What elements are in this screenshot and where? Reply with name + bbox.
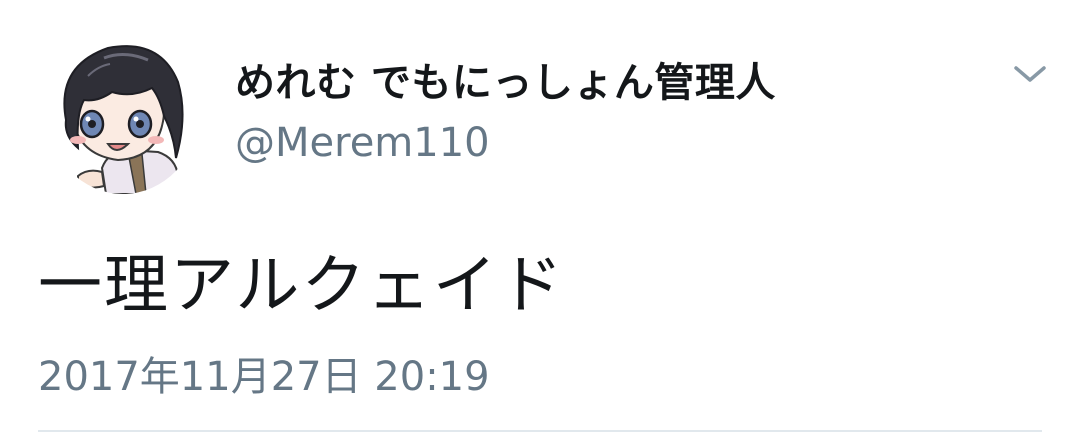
chevron-down-icon[interactable] <box>1010 58 1050 90</box>
display-name[interactable]: めれむ でもにっしょん管理人 <box>235 50 776 108</box>
user-handle[interactable]: @Merem110 <box>235 120 490 166</box>
tweet-text: 一理アルクェイド <box>38 249 565 323</box>
avatar-image <box>63 45 184 194</box>
divider <box>38 430 1042 432</box>
avatar[interactable] <box>48 36 198 194</box>
tweet-timestamp[interactable]: 2017年11月27日 20:19 <box>38 344 490 402</box>
tweet-card: めれむ でもにっしょん管理人 @Merem110 一理アルクェイド 2017年1… <box>0 0 1080 433</box>
